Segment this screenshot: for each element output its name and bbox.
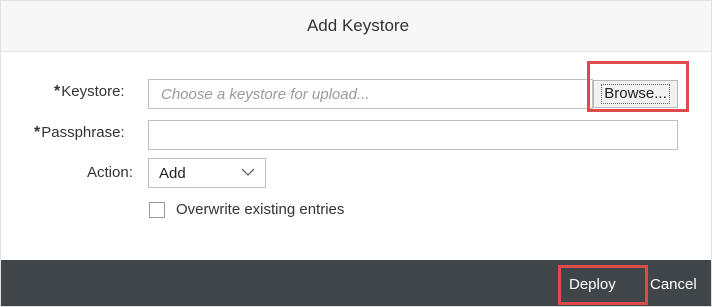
required-marker: * [34, 124, 41, 141]
chevron-down-icon [241, 168, 255, 176]
keystore-label: *Keystore: [54, 83, 125, 101]
keystore-file-input[interactable]: Choose a keystore for upload... [148, 79, 593, 109]
dialog-title: Add Keystore [306, 16, 410, 35]
keystore-label-text: Keystore: [61, 83, 125, 100]
cancel-button[interactable]: Cancel [650, 276, 697, 293]
dialog-header: Add Keystore [1, 1, 711, 52]
action-selected-value: Add [159, 165, 186, 182]
passphrase-label: *Passphrase: [34, 124, 125, 142]
action-label: Action: [87, 164, 133, 181]
deploy-highlight-box [558, 265, 648, 305]
overwrite-checkbox[interactable] [149, 202, 165, 218]
action-select[interactable]: Add [148, 158, 266, 188]
browse-highlight-box [587, 61, 689, 112]
required-marker: * [54, 83, 61, 100]
overwrite-checkbox-label[interactable]: Overwrite existing entries [176, 201, 344, 218]
add-keystore-dialog: Add Keystore *Keystore: Choose a keystor… [0, 0, 712, 307]
passphrase-label-text: Passphrase: [41, 124, 125, 141]
passphrase-input[interactable] [148, 120, 678, 150]
keystore-placeholder: Choose a keystore for upload... [161, 86, 370, 103]
